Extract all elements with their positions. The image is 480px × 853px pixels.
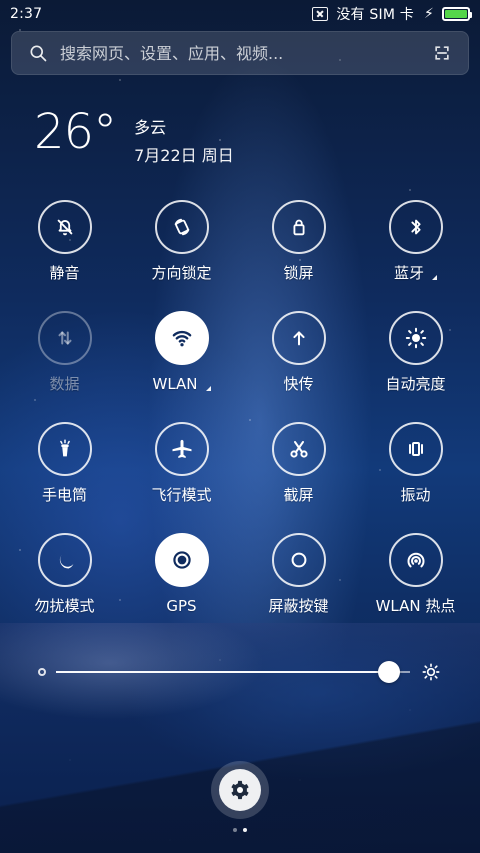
page-dot-2 (243, 828, 247, 832)
flashlight-icon (59, 439, 70, 457)
no-sim-icon (312, 7, 329, 21)
toggle-mute[interactable]: 静音 (6, 200, 123, 293)
settings-button[interactable] (211, 761, 269, 819)
toggle-bluetooth-text: 蓝牙 (393, 264, 424, 282)
toggle-auto-brightness-label: 自动亮度 (385, 375, 446, 393)
toggle-rotation-lock[interactable]: 方向锁定 (123, 200, 240, 293)
bluetooth-icon (410, 219, 421, 235)
toggle-mobile-data[interactable]: 数据 (6, 311, 123, 404)
sun-icon (405, 327, 426, 349)
airplane-icon (172, 439, 191, 458)
toggle-mobile-data-icon-circle (37, 311, 92, 365)
toggle-quick-transfer-label: 快传 (283, 375, 314, 393)
toggle-rotation-lock-label: 方向锁定 (151, 264, 212, 282)
toggle-screenshot-icon-circle (271, 422, 326, 476)
temperature: 26° (34, 104, 117, 160)
toggle-mobile-data-label: 数据 (49, 375, 80, 393)
toggle-hotspot-icon-circle (388, 533, 443, 587)
toggle-gps-label: GPS (166, 597, 197, 615)
brightness-min-icon (38, 668, 46, 676)
brightness-thumb[interactable] (377, 661, 400, 683)
gear-icon (231, 780, 249, 800)
circle-icon (291, 552, 306, 568)
toggle-airplane-mode-label: 飞行模式 (151, 486, 212, 504)
data-icon (57, 331, 72, 345)
toggle-flashlight[interactable]: 手电筒 (6, 422, 123, 515)
brightness-track[interactable] (56, 661, 410, 683)
brightness-max-icon (420, 661, 442, 683)
toggle-auto-brightness[interactable]: 自动亮度 (357, 311, 474, 404)
toggle-mute-label: 静音 (49, 264, 80, 282)
quick-toggle-grid: 静音 方向锁定 锁屏 蓝牙 数据 WLAN 快传 自动亮度 手电筒 飞行模式 截… (0, 200, 480, 626)
toggle-gps-icon-circle (154, 533, 209, 587)
status-time: 2:37 (10, 6, 43, 22)
toggle-hotspot[interactable]: WLAN 热点 (357, 533, 474, 626)
charging-icon: ⚡ (423, 6, 434, 22)
toggle-wlan[interactable]: WLAN (123, 311, 240, 404)
hotspot-icon (407, 552, 424, 568)
toggle-hotspot-label: WLAN 热点 (375, 597, 456, 615)
toggle-wlan-text: WLAN (152, 375, 198, 393)
toggle-auto-brightness-icon-circle (388, 311, 443, 365)
toggle-lock-screen[interactable]: 锁屏 (240, 200, 357, 293)
toggle-do-not-disturb-label: 勿扰模式 (34, 597, 95, 615)
toggle-screenshot-label: 截屏 (283, 486, 314, 504)
toggle-screenshot[interactable]: 截屏 (240, 422, 357, 515)
toggle-quick-transfer-icon-circle (271, 311, 326, 365)
search-input[interactable] (50, 43, 430, 63)
scissors-icon (289, 441, 308, 458)
toggle-gps[interactable]: GPS (123, 533, 240, 626)
toggle-button-lock-label: 屏蔽按键 (268, 597, 329, 615)
submenu-caret-icon (427, 275, 437, 280)
battery-level (445, 10, 467, 18)
vibrate-icon (408, 442, 423, 456)
lock-icon (293, 219, 304, 236)
toggle-do-not-disturb[interactable]: 勿扰模式 (6, 533, 123, 626)
toggle-bluetooth-icon-circle (388, 200, 443, 254)
toggle-bluetooth[interactable]: 蓝牙 (357, 200, 474, 293)
toggle-rotation-lock-icon-circle (154, 200, 209, 254)
scan-icon[interactable] (430, 41, 454, 65)
page-dot-1 (233, 828, 237, 832)
toggle-lock-screen-icon-circle (271, 200, 326, 254)
search-icon (26, 41, 50, 65)
toggle-vibrate-icon-circle (388, 422, 443, 476)
toggle-mute-icon-circle (37, 200, 92, 254)
toggle-wlan-icon-circle (154, 311, 209, 365)
sim-status-text: 没有 SIM 卡 (336, 7, 414, 23)
toggle-quick-transfer[interactable]: 快传 (240, 311, 357, 404)
status-bar: 2:37 没有 SIM 卡 ⚡ (0, 0, 480, 28)
status-right: 没有 SIM 卡 ⚡ (312, 4, 472, 24)
weather-meta: 多云 7月22日 周日 (134, 108, 234, 166)
toggle-lock-screen-label: 锁屏 (283, 264, 314, 282)
search-bar[interactable] (11, 31, 469, 75)
arrow-up-icon (292, 331, 305, 346)
brightness-fill (56, 671, 389, 673)
gps-icon (172, 551, 191, 569)
moon-icon (59, 554, 73, 569)
toggle-button-lock[interactable]: 屏蔽按键 (240, 533, 357, 626)
toggle-bluetooth-label: 蓝牙 (394, 264, 437, 282)
toggle-airplane-mode-icon-circle (154, 422, 209, 476)
page-indicator (230, 828, 250, 834)
weather-condition: 多云 (134, 118, 167, 137)
weather-date: 7月22日 周日 (134, 146, 234, 165)
toggle-airplane-mode[interactable]: 飞行模式 (123, 422, 240, 515)
toggle-button-lock-icon-circle (271, 533, 326, 587)
toggle-flashlight-icon-circle (37, 422, 92, 476)
toggle-do-not-disturb-icon-circle (37, 533, 92, 587)
brightness-slider[interactable] (38, 660, 442, 684)
settings-button-inner (219, 769, 261, 811)
toggle-vibrate[interactable]: 振动 (357, 422, 474, 515)
submenu-caret-icon (201, 386, 211, 391)
toggle-flashlight-label: 手电筒 (41, 486, 87, 504)
bell-off-icon (57, 219, 72, 236)
wifi-icon (172, 330, 191, 347)
weather-widget[interactable]: 26° 多云 7月22日 周日 (34, 108, 234, 166)
toggle-wlan-label: WLAN (152, 375, 211, 393)
rotation-lock-icon (174, 218, 189, 236)
toggle-vibrate-label: 振动 (400, 486, 431, 504)
battery-icon (442, 7, 472, 21)
